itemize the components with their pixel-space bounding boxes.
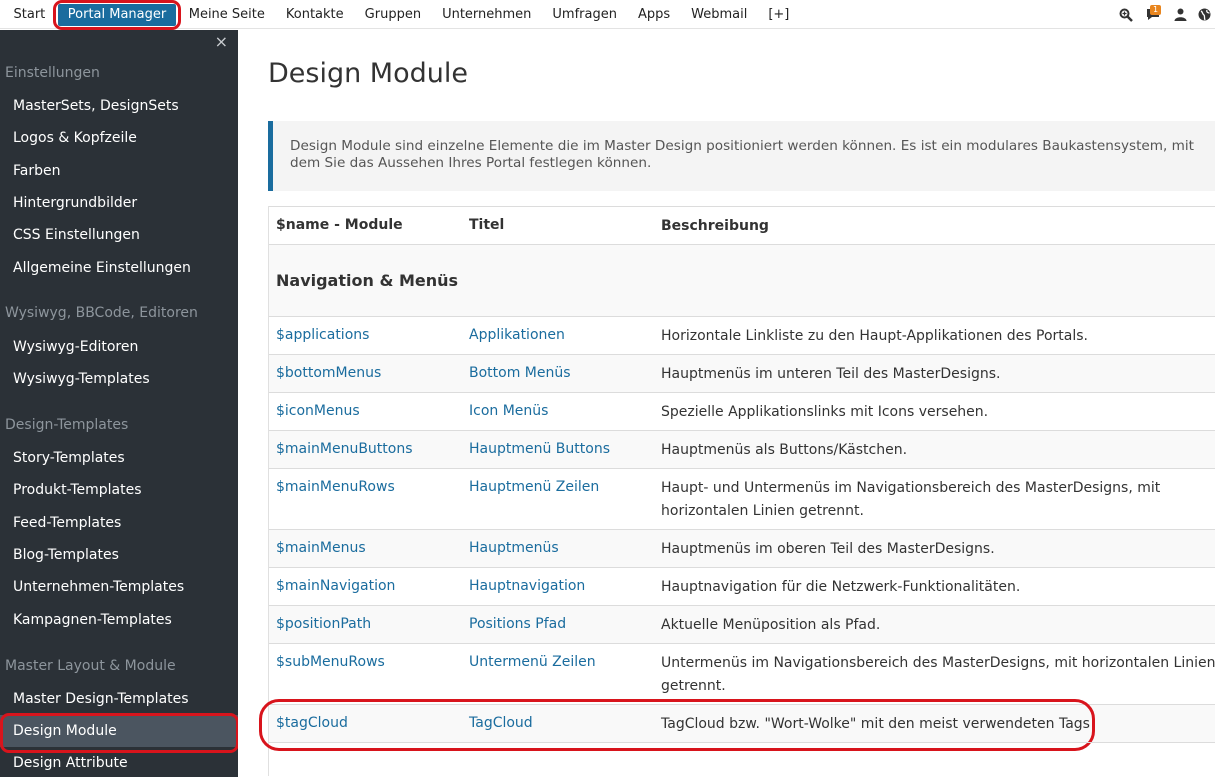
- sidebar-item-feed-templates[interactable]: Feed-Templates: [0, 507, 238, 539]
- info-callout-text: Design Module sind einzelne Elemente die…: [290, 138, 1195, 171]
- module-name-link[interactable]: $tagCloud: [276, 715, 461, 731]
- table-row: $positionPath Positions Pfad Aktuelle Me…: [269, 605, 1215, 643]
- table-header-row: $name - Module Titel Beschreibung: [269, 206, 1215, 244]
- nav-portal-manager[interactable]: Portal Manager: [52, 0, 182, 30]
- main-nav: Start Portal Manager Meine Seite Kontakt…: [0, 0, 800, 30]
- table-row-empty: [269, 742, 1215, 776]
- table-row-highlighted: $tagCloud TagCloud TagCloud bzw. "Wort-W…: [259, 699, 1215, 751]
- sidebar-item-produkt-templates[interactable]: Produkt-Templates: [0, 474, 238, 506]
- table-group-row: Navigation & Menüs: [269, 244, 1215, 316]
- nav-start[interactable]: Start: [3, 0, 56, 29]
- toolbar-icons: 1: [1113, 0, 1215, 29]
- module-title-link[interactable]: Bottom Menüs: [469, 365, 654, 381]
- sidebar-item-design-module[interactable]: Design Module: [0, 713, 238, 753]
- sidebar-item-master-design-templates[interactable]: Master Design-Templates: [0, 683, 238, 715]
- module-title-link[interactable]: Untermenü Zeilen: [469, 654, 654, 670]
- module-name-link[interactable]: $iconMenus: [276, 403, 461, 419]
- sidebar-item-wysiwyg-templates[interactable]: Wysiwyg-Templates: [0, 363, 238, 395]
- module-title-link[interactable]: Applikationen: [469, 327, 654, 343]
- sidebar-section-design-templates: Design-Templates: [5, 417, 129, 433]
- module-name-link[interactable]: $subMenuRows: [276, 654, 461, 670]
- sidebar-item-kampagnen-templates[interactable]: Kampagnen-Templates: [0, 604, 238, 636]
- module-title-link[interactable]: Hauptnavigation: [469, 578, 654, 594]
- sidebar-item-hintergrundbilder[interactable]: Hintergrundbilder: [0, 187, 238, 219]
- sidebar-item-story-templates[interactable]: Story-Templates: [0, 442, 238, 474]
- module-description: Hauptmenüs als Buttons/Kästchen.: [661, 442, 908, 458]
- nav-webmail[interactable]: Webmail: [681, 0, 758, 29]
- module-description: Hauptmenüs im unteren Teil des MasterDes…: [661, 366, 1001, 382]
- close-icon[interactable]: ×: [215, 32, 228, 52]
- sidebar-item-css[interactable]: CSS Einstellungen: [0, 219, 238, 251]
- top-navigation-bar: Start Portal Manager Meine Seite Kontakt…: [0, 0, 1215, 30]
- sidebar-item-farben[interactable]: Farben: [0, 155, 238, 187]
- column-header-description: Beschreibung: [661, 218, 769, 234]
- group-title: Navigation & Menüs: [276, 271, 459, 290]
- nav-meine-seite[interactable]: Meine Seite: [178, 0, 275, 29]
- column-header-title: Titel: [469, 217, 505, 233]
- sidebar: × Einstellungen MasterSets, DesignSets L…: [0, 30, 238, 777]
- sidebar-item-logos[interactable]: Logos & Kopfzeile: [0, 122, 238, 154]
- module-name-link[interactable]: $mainNavigation: [276, 578, 461, 594]
- module-description: Haupt- und Untermenüs im Navigationsbere…: [661, 480, 1161, 519]
- sidebar-item-blog-templates[interactable]: Blog-Templates: [0, 539, 238, 571]
- module-name-link[interactable]: $mainMenus: [276, 540, 461, 556]
- table-row: $bottomMenus Bottom Menüs Hauptmenüs im …: [269, 354, 1215, 392]
- sidebar-section-master-layout: Master Layout & Module: [5, 658, 176, 674]
- module-title-link[interactable]: TagCloud: [469, 715, 654, 731]
- notification-badge: 1: [1150, 4, 1162, 15]
- module-title-link[interactable]: Hauptmenü Zeilen: [469, 479, 654, 495]
- table-row: $iconMenus Icon Menüs Spezielle Applikat…: [269, 392, 1215, 430]
- module-name-link[interactable]: $mainMenuButtons: [276, 441, 461, 457]
- module-description: Hauptmenüs im oberen Teil des MasterDesi…: [661, 541, 995, 557]
- sidebar-section-einstellungen: Einstellungen: [5, 65, 100, 81]
- nav-umfragen[interactable]: Umfragen: [542, 0, 628, 29]
- sidebar-item-design-attribute[interactable]: Design Attribute: [0, 747, 238, 777]
- module-name-link[interactable]: $bottomMenus: [276, 365, 461, 381]
- sidebar-item-wysiwyg-editoren[interactable]: Wysiwyg-Editoren: [0, 331, 238, 363]
- module-description: Untermenüs im Navigationsbereich des Mas…: [661, 655, 1215, 694]
- module-description: TagCloud bzw. "Wort-Wolke" mit den meist…: [661, 716, 1090, 732]
- module-title-link[interactable]: Positions Pfad: [469, 616, 654, 632]
- module-name-link[interactable]: $mainMenuRows: [276, 479, 461, 495]
- info-callout: Design Module sind einzelne Elemente die…: [268, 121, 1215, 191]
- chat-icon[interactable]: 1: [1139, 4, 1167, 26]
- nav-apps[interactable]: Apps: [627, 0, 680, 29]
- sidebar-item-unternehmen-templates[interactable]: Unternehmen-Templates: [0, 571, 238, 603]
- page-title: Design Module: [268, 58, 468, 89]
- nav-unternehmen[interactable]: Unternehmen: [432, 0, 542, 29]
- module-name-link[interactable]: $positionPath: [276, 616, 461, 632]
- table-row: $subMenuRows Untermenü Zeilen Untermenüs…: [269, 643, 1215, 704]
- module-title-link[interactable]: Hauptmenü Buttons: [469, 441, 654, 457]
- table-row: $applications Applikationen Horizontale …: [269, 316, 1215, 354]
- module-name-link[interactable]: $applications: [276, 327, 461, 343]
- globe-icon[interactable]: [1193, 4, 1215, 26]
- module-title-link[interactable]: Hauptmenüs: [469, 540, 654, 556]
- nav-gruppen[interactable]: Gruppen: [354, 0, 431, 29]
- sidebar-item-mastersets[interactable]: MasterSets, DesignSets: [0, 90, 238, 122]
- table-row: $mainMenuButtons Hauptmenü Buttons Haupt…: [269, 430, 1215, 468]
- module-description: Aktuelle Menüposition als Pfad.: [661, 617, 881, 633]
- nav-kontakte[interactable]: Kontakte: [275, 0, 354, 29]
- module-title-link[interactable]: Icon Menüs: [469, 403, 654, 419]
- search-icon[interactable]: [1115, 4, 1137, 26]
- module-description: Spezielle Applikationslinks mit Icons ve…: [661, 404, 989, 420]
- sidebar-item-allgemeine[interactable]: Allgemeine Einstellungen: [0, 252, 238, 284]
- table-row: $mainNavigation Hauptnavigation Hauptnav…: [269, 567, 1215, 605]
- module-description: Hauptnavigation für die Netzwerk-Funktio…: [661, 579, 1021, 595]
- nav-add-more[interactable]: [+]: [758, 0, 800, 29]
- modules-table: $name - Module Titel Beschreibung Naviga…: [259, 206, 1215, 776]
- sidebar-section-wysiwyg: Wysiwyg, BBCode, Editoren: [5, 305, 198, 321]
- table-row: $mainMenus Hauptmenüs Hauptmenüs im ober…: [269, 529, 1215, 567]
- column-header-name: $name - Module: [276, 217, 403, 233]
- user-icon[interactable]: [1169, 4, 1191, 26]
- table-row: $mainMenuRows Hauptmenü Zeilen Haupt- un…: [269, 468, 1215, 529]
- module-description: Horizontale Linkliste zu den Haupt-Appli…: [661, 328, 1088, 344]
